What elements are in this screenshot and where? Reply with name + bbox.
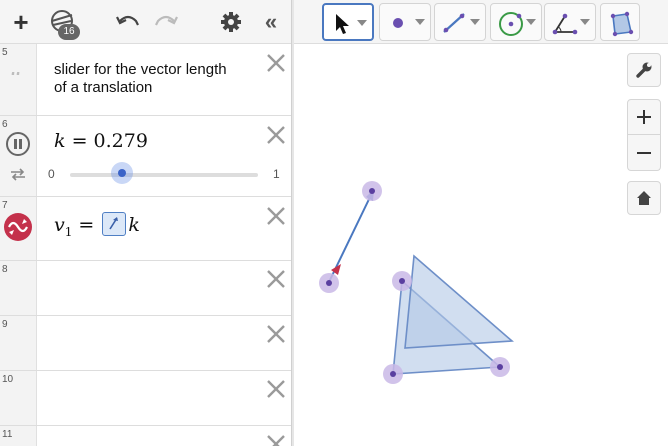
graphics-toolbar [294,0,668,44]
home-button[interactable] [627,181,661,215]
slider-track[interactable] [70,173,258,177]
undo-button[interactable] [114,6,142,38]
settings-button[interactable] [218,6,244,38]
point-vector-start[interactable] [319,273,339,293]
circle-tool[interactable] [490,3,542,41]
redo-button[interactable] [152,6,180,38]
equals-sign: = [71,130,88,152]
triangle-image[interactable] [404,254,514,349]
text-line-1: slider for the vector length [54,61,227,78]
circle-icon [499,12,523,36]
slider-definition[interactable]: k = 0.279 [54,130,148,152]
gear-icon [221,12,241,32]
line-icon [443,13,465,33]
close-icon[interactable] [265,323,287,345]
algebra-row-empty[interactable]: 8 [0,261,292,316]
chevron-down-icon [415,19,425,25]
point-triangle-a[interactable] [392,271,412,291]
row-number: 7 [2,200,8,211]
row-gutter: 6 [0,116,37,196]
algebra-row-vector[interactable]: 7 v1 = k [0,197,292,261]
point-icon [393,18,403,28]
vector-factor: k [128,214,140,236]
pause-icon[interactable] [5,131,31,157]
minus-icon [637,151,651,154]
arrow-cursor-icon [336,14,349,34]
vector-definition[interactable]: v1 = k [54,212,140,239]
row-number: 5 [2,47,8,58]
close-icon[interactable] [265,124,287,146]
graphics-view[interactable] [294,44,668,446]
chevron-down-icon [357,20,367,26]
zoom-out-button[interactable] [627,135,661,171]
add-object-button[interactable]: + [6,6,36,38]
algebra-row-empty[interactable]: 9 [0,316,292,371]
vector-v1[interactable] [328,189,374,283]
repeat-icon[interactable] [9,167,27,181]
slider-variable: k [54,130,66,152]
equals-sign: = [78,214,95,236]
algebra-row-empty[interactable]: 10 [0,371,292,426]
graphics-settings-button[interactable] [627,53,661,87]
home-icon [637,191,651,205]
slider-max-label: 1 [273,167,280,181]
row-gutter: 11 [0,426,37,446]
angle-icon [552,13,578,35]
row-gutter: 9 [0,316,37,370]
algebra-row-slider[interactable]: 6 k = 0.279 0 1 [0,116,292,197]
row-number: 9 [2,319,8,330]
wrench-icon [636,62,652,78]
object-count-badge: 16 [58,24,80,40]
close-icon[interactable] [265,378,287,400]
slider-min-label: 0 [48,167,55,181]
point-vector-end[interactable] [362,181,382,201]
zoom-in-button[interactable] [627,99,661,135]
text-item[interactable]: slider for the vector length of a transl… [54,61,227,97]
algebra-row-empty[interactable]: 11 [0,426,292,446]
row-number: 11 [2,429,13,440]
polygon-icon [610,11,634,37]
text-line-2: of a translation [54,79,153,96]
line-tool[interactable] [434,3,486,41]
quote-icon: “ [9,72,22,86]
close-icon[interactable] [265,268,287,290]
translate-object-icon[interactable] [3,212,33,242]
polygon-tool[interactable] [600,3,640,41]
point-triangle-b[interactable] [383,364,403,384]
algebra-panel: + 16 « 5 slider for the vector length of… [0,0,292,446]
redo-icon [155,15,178,26]
close-icon[interactable] [265,52,287,74]
row-gutter: 7 [0,197,37,260]
vector-subscript: 1 [64,224,73,239]
row-number: 8 [2,264,8,275]
row-number: 6 [2,119,8,130]
collapse-panel-button[interactable]: « [256,6,280,38]
chevron-down-icon [470,19,480,25]
vector-name: v [54,214,65,236]
point-tool[interactable] [379,3,431,41]
row-number: 10 [2,374,14,385]
angle-tool[interactable] [544,3,596,41]
point-triangle-c[interactable] [490,357,510,377]
chevron-down-icon [526,19,536,25]
slider-thumb-dot [118,169,127,177]
graphics-canvas[interactable] [294,44,668,446]
vector-icon [102,212,127,236]
undo-icon [116,15,139,26]
row-gutter: 10 [0,371,37,425]
algebra-row-text[interactable]: 5 “ slider for the vector length of a tr… [0,44,292,116]
row-gutter: 5 “ [0,44,37,115]
chevron-down-icon [580,19,590,25]
plus-icon [637,110,651,124]
move-tool[interactable] [322,3,374,41]
row-gutter: 8 [0,261,37,315]
close-icon[interactable] [265,433,287,446]
algebra-toolbar: + 16 « [0,0,292,44]
slider-value: 0.279 [93,130,148,152]
close-icon[interactable] [265,205,287,227]
svg-text:“: “ [9,72,22,86]
